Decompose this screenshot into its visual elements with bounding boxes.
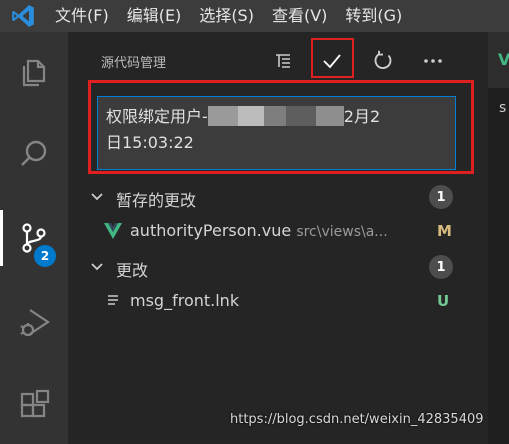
menu-edit[interactable]: 编辑(E) (118, 0, 191, 32)
source-control-panel: 源代码管理 权限绑定用户- 2月2 日15:03:22 暂存的更改 1 auth… (68, 32, 488, 444)
menu-go[interactable]: 转到(G) (336, 0, 411, 32)
staged-file-row[interactable]: authorityPerson.vue src\views\a... M (68, 214, 488, 248)
commit-button-highlight (311, 38, 354, 78)
view-as-tree-button[interactable] (266, 46, 300, 76)
source-control-badge: 2 (32, 243, 58, 269)
activity-search[interactable] (0, 126, 68, 182)
search-icon (21, 140, 47, 166)
changes-count-badge: 1 (429, 255, 453, 279)
panel-title: 源代码管理 (101, 56, 167, 71)
watermark: https://blog.csdn.net/weixin_42835409 (230, 412, 484, 427)
changes-label: 更改 (116, 261, 149, 280)
menu-file[interactable]: 文件(F) (46, 0, 118, 32)
activity-extensions[interactable] (0, 378, 68, 434)
extensions-icon (20, 389, 50, 418)
staged-count-badge: 1 (429, 185, 453, 209)
vue-file-icon (104, 223, 122, 239)
tree-view-icon (276, 54, 290, 68)
run-debug-icon (20, 309, 50, 337)
refresh-button[interactable] (366, 46, 400, 76)
commit-message-highlight (88, 80, 474, 174)
active-indicator (0, 210, 3, 266)
modified-status: M (437, 222, 452, 240)
staged-changes-header[interactable]: 暂存的更改 1 (68, 180, 488, 214)
chevron-down-icon (91, 263, 103, 271)
editor-tab[interactable]: V (488, 32, 509, 88)
activity-bar: 2 (0, 32, 68, 444)
staged-file-name: authorityPerson.vue (130, 221, 292, 240)
files-icon (22, 59, 46, 87)
untracked-status: U (437, 292, 450, 310)
menu-bar: 文件(F) 编辑(E) 选择(S) 查看(V) 转到(G) (0, 0, 509, 32)
editor-text-glyph: s (499, 100, 507, 116)
staged-changes-label: 暂存的更改 (116, 191, 197, 210)
ellipsis-icon (424, 59, 442, 63)
activity-source-control[interactable]: 2 (0, 210, 68, 269)
activity-run-debug[interactable] (0, 294, 68, 350)
changed-file-row[interactable]: msg_front.lnk U (68, 284, 488, 318)
changed-file-name: msg_front.lnk (130, 291, 240, 310)
vscode-logo-icon (0, 0, 46, 32)
chevron-down-icon (91, 193, 103, 201)
activity-explorer[interactable] (0, 44, 68, 100)
changes-header[interactable]: 更改 1 (68, 250, 488, 284)
file-name: authorityPerson.vue src\views\a... (130, 221, 388, 240)
menu-view[interactable]: 查看(V) (263, 0, 336, 32)
refresh-icon (374, 50, 392, 70)
menu-selection[interactable]: 选择(S) (190, 0, 263, 32)
file-lines-icon (108, 295, 118, 305)
staged-file-path: src\views\a... (296, 224, 388, 240)
editor-area: V s (488, 32, 509, 444)
more-actions-button[interactable] (416, 46, 450, 76)
vue-tab-glyph: V (498, 50, 509, 69)
